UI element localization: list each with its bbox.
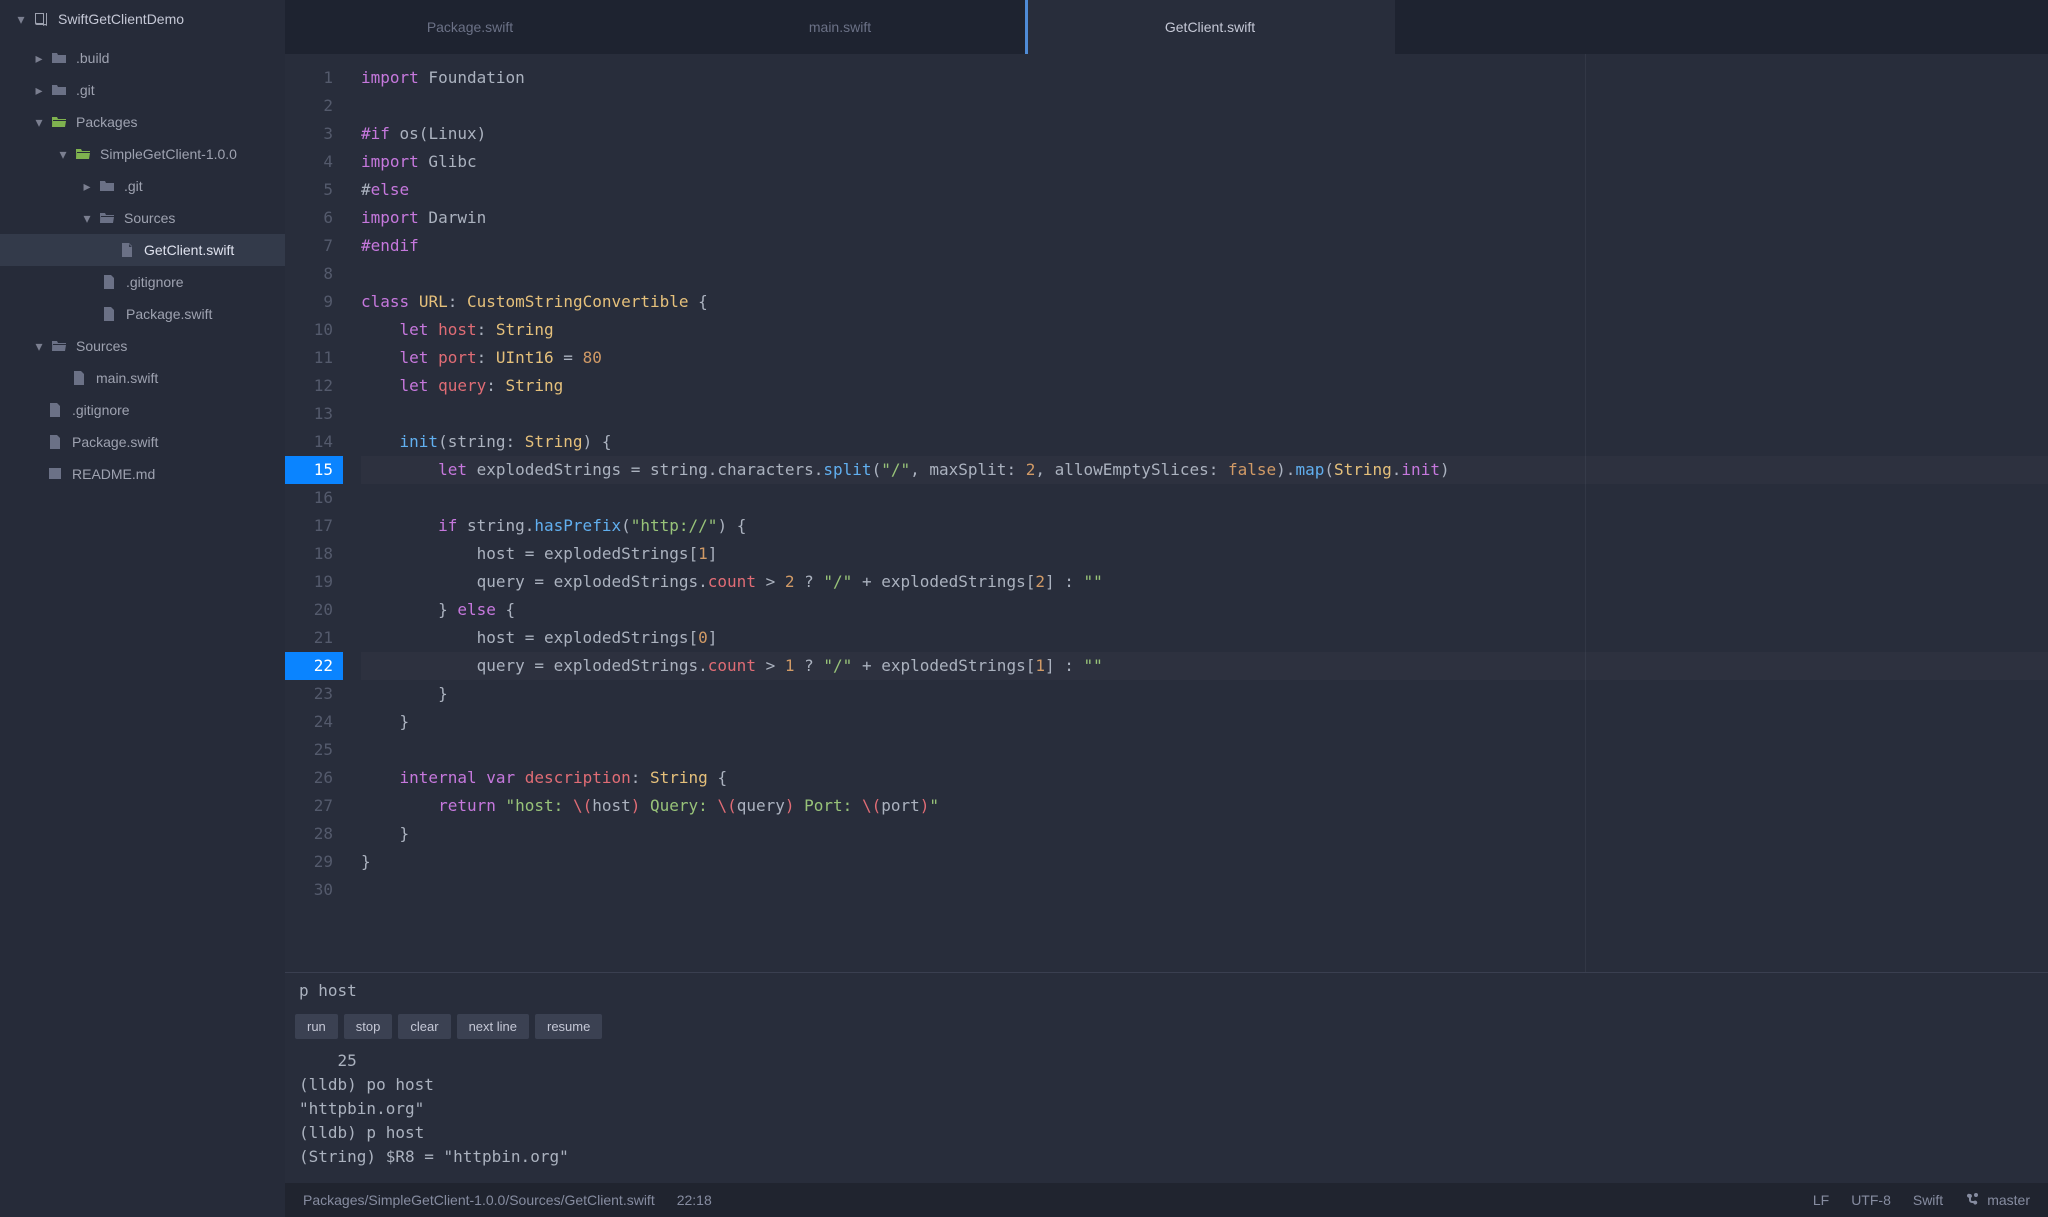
tab-label: Package.swift	[427, 19, 513, 35]
folder-icon	[50, 81, 68, 99]
status-cursor[interactable]: 22:18	[677, 1192, 712, 1208]
tree-folder-sgc-git[interactable]: .git	[0, 170, 285, 202]
tree-folder-sources[interactable]: Sources	[0, 330, 285, 362]
chevron-right-icon	[80, 178, 94, 195]
tree: .build .git Packages SimpleGetClient-1.0…	[0, 38, 285, 490]
debug-panel: p host run stop clear next line resume 2…	[285, 972, 2048, 1183]
tree-item-label: SimpleGetClient-1.0.0	[100, 146, 237, 162]
tree-file-package[interactable]: Package.swift	[0, 426, 285, 458]
tab-main[interactable]: main.swift	[655, 0, 1025, 54]
tree-item-label: .git	[124, 178, 143, 194]
folder-open-icon	[50, 337, 68, 355]
next-line-button[interactable]: next line	[457, 1014, 529, 1039]
debug-toolbar: run stop clear next line resume	[285, 1008, 2048, 1045]
file-icon	[100, 273, 118, 291]
chevron-down-icon	[56, 146, 70, 163]
file-icon	[70, 369, 88, 387]
tree-item-label: Package.swift	[72, 434, 158, 450]
stop-button[interactable]: stop	[344, 1014, 393, 1039]
tree-folder-git[interactable]: .git	[0, 74, 285, 106]
folder-open-icon	[50, 113, 68, 131]
tab-spacer	[1395, 0, 2048, 54]
tree-folder-packages[interactable]: Packages	[0, 106, 285, 138]
status-encoding[interactable]: UTF-8	[1851, 1192, 1891, 1208]
file-icon	[100, 305, 118, 323]
tab-getclient[interactable]: GetClient.swift	[1025, 0, 1395, 54]
tree-file-gitignore[interactable]: .gitignore	[0, 394, 285, 426]
folder-open-icon	[98, 209, 116, 227]
tree-item-label: GetClient.swift	[144, 242, 234, 258]
tree-item-label: Package.swift	[126, 306, 212, 322]
chevron-down-icon	[14, 11, 28, 28]
run-button[interactable]: run	[295, 1014, 338, 1039]
workspace: SwiftGetClientDemo .build .git Packages	[0, 0, 2048, 1217]
folder-icon	[50, 49, 68, 67]
status-branch: master	[1987, 1192, 2030, 1208]
line-number-gutter: 1234567891011121314151617181920212223242…	[285, 54, 343, 972]
clear-button[interactable]: clear	[398, 1014, 450, 1039]
tree-item-label: README.md	[72, 466, 155, 482]
tree-item-label: Sources	[124, 210, 175, 226]
tree-item-label: .build	[76, 50, 109, 66]
chevron-right-icon	[32, 82, 46, 99]
chevron-down-icon	[80, 210, 94, 227]
tree-folder-simplegetclient[interactable]: SimpleGetClient-1.0.0	[0, 138, 285, 170]
status-line-ending[interactable]: LF	[1813, 1192, 1829, 1208]
folder-open-icon	[74, 145, 92, 163]
code-editor[interactable]: 1234567891011121314151617181920212223242…	[285, 54, 2048, 972]
tab-label: main.swift	[809, 19, 871, 35]
editor-column: Package.swift main.swift GetClient.swift…	[285, 0, 2048, 1217]
tree-file-readme[interactable]: README.md	[0, 458, 285, 490]
tree-item-label: main.swift	[96, 370, 158, 386]
chevron-down-icon	[32, 114, 46, 131]
status-git[interactable]: master	[1965, 1191, 2030, 1210]
status-language[interactable]: Swift	[1913, 1192, 1943, 1208]
folder-icon	[98, 177, 116, 195]
tree-file-main[interactable]: main.swift	[0, 362, 285, 394]
tree-folder-build[interactable]: .build	[0, 42, 285, 74]
file-icon	[118, 241, 136, 259]
project-name: SwiftGetClientDemo	[58, 11, 184, 27]
file-icon	[46, 433, 64, 451]
debug-output: 25 (lldb) po host "httpbin.org" (lldb) p…	[285, 1045, 2048, 1183]
status-path[interactable]: Packages/SimpleGetClient-1.0.0/Sources/G…	[303, 1192, 655, 1208]
tree-file-sgc-gitignore[interactable]: .gitignore	[0, 266, 285, 298]
code-area[interactable]: import Foundation #if os(Linux) import G…	[343, 54, 2048, 972]
tree-item-label: Sources	[76, 338, 127, 354]
debug-input[interactable]: p host	[285, 973, 2048, 1008]
chevron-down-icon	[32, 338, 46, 355]
project-root[interactable]: SwiftGetClientDemo	[0, 0, 285, 38]
tree-item-label: Packages	[76, 114, 137, 130]
tree-file-getclient[interactable]: GetClient.swift	[0, 234, 285, 266]
book-icon	[46, 465, 64, 483]
tree-folder-sgc-sources[interactable]: Sources	[0, 202, 285, 234]
tree-item-label: .gitignore	[72, 402, 130, 418]
git-branch-icon	[1965, 1191, 1981, 1210]
repo-icon	[32, 10, 50, 28]
chevron-right-icon	[32, 50, 46, 67]
app-root: SwiftGetClientDemo .build .git Packages	[0, 0, 2048, 1217]
tab-bar: Package.swift main.swift GetClient.swift	[285, 0, 2048, 54]
resume-button[interactable]: resume	[535, 1014, 602, 1039]
tree-item-label: .gitignore	[126, 274, 184, 290]
status-bar: Packages/SimpleGetClient-1.0.0/Sources/G…	[285, 1183, 2048, 1217]
file-tree-sidebar: SwiftGetClientDemo .build .git Packages	[0, 0, 285, 1217]
tab-package[interactable]: Package.swift	[285, 0, 655, 54]
tree-item-label: .git	[76, 82, 95, 98]
tab-label: GetClient.swift	[1165, 19, 1255, 35]
file-icon	[46, 401, 64, 419]
tree-file-sgc-package[interactable]: Package.swift	[0, 298, 285, 330]
